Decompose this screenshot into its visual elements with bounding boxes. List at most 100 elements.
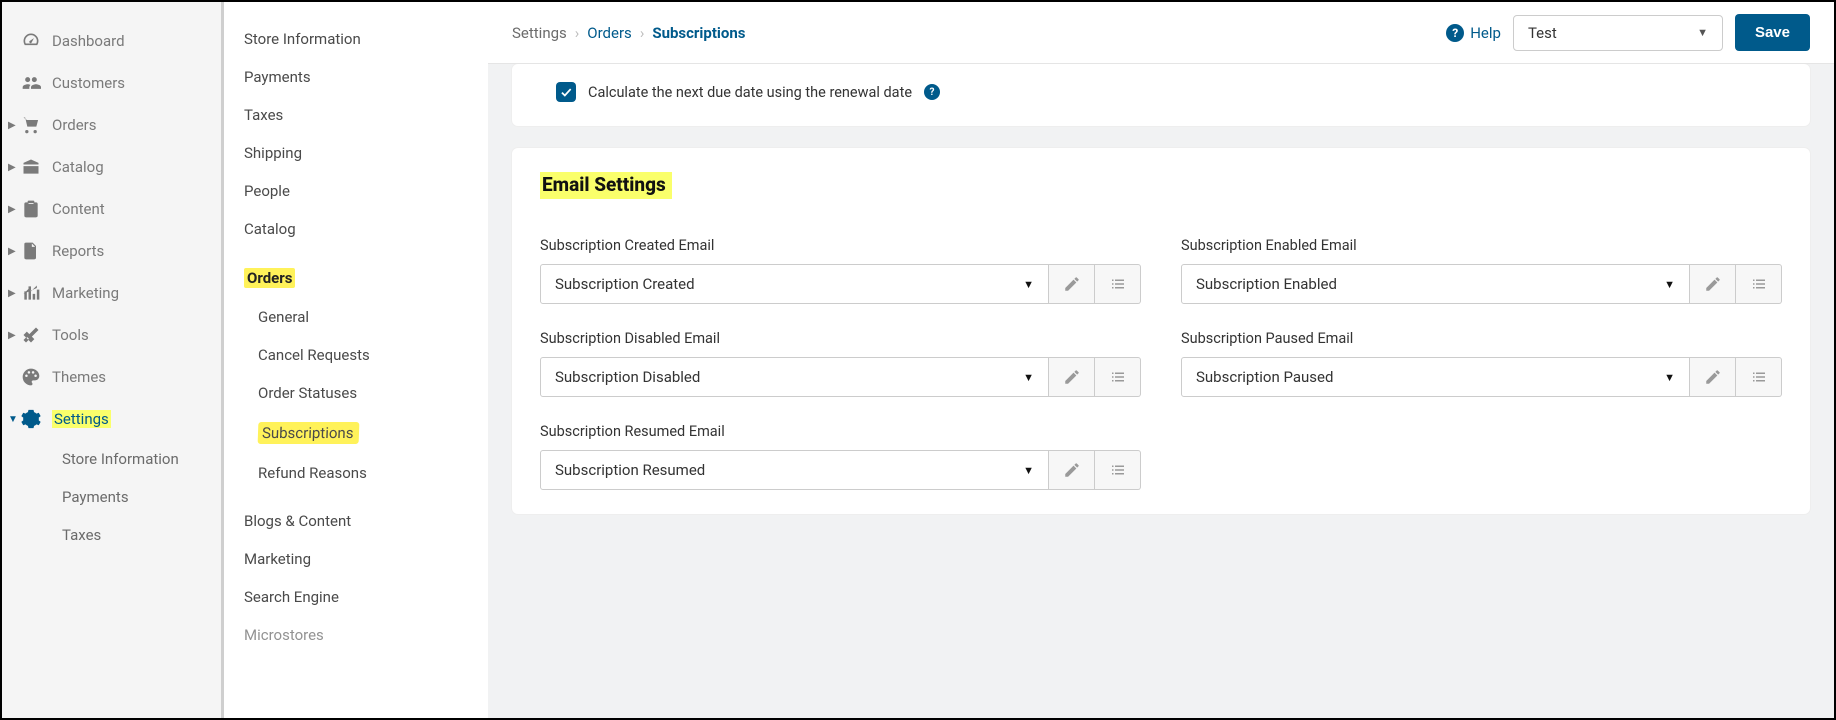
nav-label: Tools xyxy=(52,326,89,344)
nav-label: Catalog xyxy=(52,158,104,176)
select-subscription-resumed[interactable]: Subscription Resumed ▼ xyxy=(540,450,1049,490)
select-subscription-enabled[interactable]: Subscription Enabled ▼ xyxy=(1181,264,1690,304)
nav-themes[interactable]: Themes xyxy=(2,356,221,398)
checkbox-renewal-date[interactable] xyxy=(556,82,576,102)
edit-button[interactable] xyxy=(1690,357,1736,397)
content-area: Calculate the next due date using the re… xyxy=(488,64,1834,718)
nav-label: Marketing xyxy=(52,284,119,302)
list-button[interactable] xyxy=(1736,357,1782,397)
chevron-down-icon: ▼ xyxy=(1023,464,1034,477)
nav-dashboard[interactable]: Dashboard xyxy=(2,20,221,62)
subnav-orders-label: Orders xyxy=(244,268,295,288)
subnav-people[interactable]: People xyxy=(224,172,488,210)
subnav-shipping[interactable]: Shipping xyxy=(224,134,488,172)
nav-label: Customers xyxy=(52,74,125,92)
list-button[interactable] xyxy=(1736,264,1782,304)
field-label: Subscription Resumed Email xyxy=(540,423,1141,440)
edit-button[interactable] xyxy=(1049,264,1095,304)
select-subscription-paused[interactable]: Subscription Paused ▼ xyxy=(1181,357,1690,397)
breadcrumb: Settings › Orders › Subscriptions xyxy=(512,24,745,42)
select-value: Subscription Enabled xyxy=(1196,275,1337,293)
subnav-catalog[interactable]: Catalog xyxy=(224,210,488,248)
field-label: Subscription Paused Email xyxy=(1181,330,1782,347)
save-button[interactable]: Save xyxy=(1735,14,1810,51)
select-value: Subscription Resumed xyxy=(555,461,705,479)
caret-icon: ▶ xyxy=(8,204,18,215)
nav-label: Dashboard xyxy=(52,32,125,50)
topbar: Settings › Orders › Subscriptions ? Help… xyxy=(488,2,1834,64)
nav-marketing[interactable]: ▶ Marketing xyxy=(2,272,221,314)
checkbox-row: Calculate the next due date using the re… xyxy=(540,82,1782,102)
select-value: Subscription Disabled xyxy=(555,368,700,386)
nav-label: Content xyxy=(52,200,105,218)
select-subscription-created[interactable]: Subscription Created ▼ xyxy=(540,264,1049,304)
chevron-down-icon: ▼ xyxy=(1023,278,1034,291)
select-subscription-disabled[interactable]: Subscription Disabled ▼ xyxy=(540,357,1049,397)
subnav-order-statuses[interactable]: Order Statuses xyxy=(224,374,488,412)
section-title: Email Settings xyxy=(540,172,672,199)
list-button[interactable] xyxy=(1095,264,1141,304)
caret-down-icon: ▼ xyxy=(8,414,18,425)
field-label: Subscription Enabled Email xyxy=(1181,237,1782,254)
caret-icon: ▶ xyxy=(8,120,18,131)
field-subscription-resumed: Subscription Resumed Email Subscription … xyxy=(540,423,1141,490)
caret-icon: ▶ xyxy=(8,162,18,173)
chevron-down-icon: ▼ xyxy=(1023,371,1034,384)
cart-icon xyxy=(20,114,42,136)
field-label: Subscription Disabled Email xyxy=(540,330,1141,347)
info-icon[interactable]: ? xyxy=(924,84,940,100)
gauge-icon xyxy=(20,30,42,52)
subnav-marketing[interactable]: Marketing xyxy=(224,540,488,578)
palette-icon xyxy=(20,366,42,388)
chart-icon xyxy=(20,282,42,304)
subnav-cancel-requests[interactable]: Cancel Requests xyxy=(224,336,488,374)
subnav-search-engine[interactable]: Search Engine xyxy=(224,578,488,616)
nav-orders[interactable]: ▶ Orders xyxy=(2,104,221,146)
subnav-taxes[interactable]: Taxes xyxy=(224,96,488,134)
subnav-subscriptions[interactable]: Subscriptions xyxy=(224,412,488,454)
nav-customers[interactable]: Customers xyxy=(2,62,221,104)
edit-button[interactable] xyxy=(1049,450,1095,490)
nav-reports[interactable]: ▶ Reports xyxy=(2,230,221,272)
context-selector[interactable]: Test ▼ xyxy=(1513,15,1723,51)
nav-label: Reports xyxy=(52,242,104,260)
help-link[interactable]: ? Help xyxy=(1446,24,1501,42)
subnav-blogs[interactable]: Blogs & Content xyxy=(224,502,488,540)
edit-button[interactable] xyxy=(1690,264,1736,304)
subnav-general[interactable]: General xyxy=(224,298,488,336)
context-selector-value: Test xyxy=(1528,24,1557,42)
nav-sub-payments[interactable]: Payments xyxy=(2,478,221,516)
field-subscription-disabled: Subscription Disabled Email Subscription… xyxy=(540,330,1141,397)
card-email-settings: Email Settings Subscription Created Emai… xyxy=(512,148,1810,514)
crumb-settings[interactable]: Settings xyxy=(512,24,567,42)
checkbox-label: Calculate the next due date using the re… xyxy=(588,84,912,101)
subnav-microstores[interactable]: Microstores xyxy=(224,616,488,654)
nav-sub-taxes[interactable]: Taxes xyxy=(2,516,221,554)
select-value: Subscription Paused xyxy=(1196,368,1333,386)
nav-tools[interactable]: ▶ Tools xyxy=(2,314,221,356)
crumb-orders[interactable]: Orders xyxy=(587,24,632,42)
edit-button[interactable] xyxy=(1049,357,1095,397)
nav-content[interactable]: ▶ Content xyxy=(2,188,221,230)
subnav-store-info[interactable]: Store Information xyxy=(224,20,488,58)
nav-label: Themes xyxy=(52,368,106,386)
caret-icon: ▶ xyxy=(8,288,18,299)
list-button[interactable] xyxy=(1095,450,1141,490)
list-button[interactable] xyxy=(1095,357,1141,397)
nav-settings[interactable]: ▼ Settings xyxy=(2,398,221,440)
settings-subnav: Store Information Payments Taxes Shippin… xyxy=(224,2,488,718)
subnav-orders[interactable]: Orders xyxy=(224,258,488,298)
subnav-subscriptions-label: Subscriptions xyxy=(258,422,360,444)
wrench-icon xyxy=(20,324,42,346)
field-label: Subscription Created Email xyxy=(540,237,1141,254)
nav-catalog[interactable]: ▶ Catalog xyxy=(2,146,221,188)
subnav-payments[interactable]: Payments xyxy=(224,58,488,96)
primary-nav: Dashboard Customers ▶ Orders ▶ Catalog ▶ xyxy=(2,2,224,718)
nav-sub-store-info[interactable]: Store Information xyxy=(2,440,221,478)
card-due-date: Calculate the next due date using the re… xyxy=(512,64,1810,126)
topbar-right: ? Help Test ▼ Save xyxy=(1446,14,1810,51)
caret-icon: ▶ xyxy=(8,246,18,257)
nav-label: Orders xyxy=(52,116,97,134)
gear-icon xyxy=(20,408,42,430)
subnav-refund-reasons[interactable]: Refund Reasons xyxy=(224,454,488,492)
